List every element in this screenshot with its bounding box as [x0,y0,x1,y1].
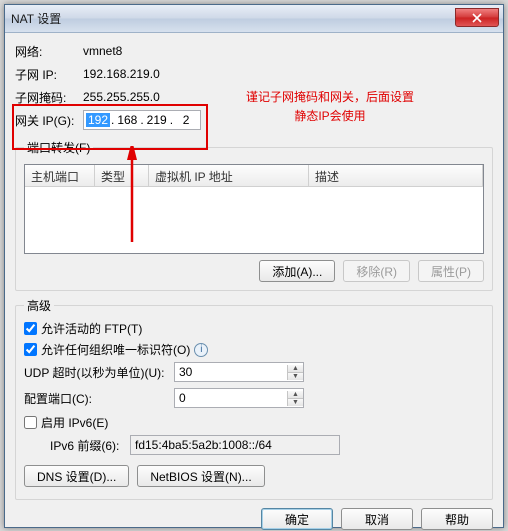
gateway-label: 网关 IP(G): [15,112,83,129]
add-button[interactable]: 添加(A)... [259,260,335,282]
advanced-group: 高级 允许活动的 FTP(T) 允许任何组织唯一标识符(O) i UDP 超时(… [15,297,493,500]
window-title: NAT 设置 [11,10,61,27]
udp-timeout-input[interactable]: 30 ▲ ▼ [174,362,304,382]
col-desc[interactable]: 描述 [309,165,483,186]
ipv6-prefix-label: IPv6 前缀(6): [50,437,130,454]
nat-settings-dialog: NAT 设置 网络: vmnet8 子网 IP: 192.168.219.0 子… [4,4,504,528]
config-port-value[interactable]: 0 [175,391,287,405]
gateway-octet-3[interactable]: 219 [145,113,169,127]
close-button[interactable] [455,8,499,27]
config-port-input[interactable]: 0 ▲ ▼ [174,388,304,408]
col-host-port[interactable]: 主机端口 [25,165,95,186]
subnet-mask-label: 子网掩码: [15,89,83,106]
port-forwarding-legend: 端口转发(F) [24,139,93,156]
ipv6-prefix-value: fd15:4ba5:5a2b:1008::/64 [135,438,272,452]
gateway-ip-input[interactable]: 192. 168. 219. 2 [83,110,201,130]
gateway-octet-1[interactable]: 192 [86,113,110,127]
port-forwarding-group: 端口转发(F) 主机端口 类型 虚拟机 IP 地址 描述 添加(A)... 移除… [15,139,493,291]
spin-up-icon[interactable]: ▲ [288,365,303,373]
allow-ftp-checkbox[interactable] [24,322,37,335]
remove-button: 移除(R) [343,260,410,282]
ok-button[interactable]: 确定 [261,508,333,530]
gateway-octet-4[interactable]: 2 [174,113,198,127]
table-body[interactable] [25,187,483,254]
col-vm-ip[interactable]: 虚拟机 IP 地址 [149,165,309,186]
ipv6-prefix-input: fd15:4ba5:5a2b:1008::/64 [130,435,340,455]
spin-up-icon[interactable]: ▲ [288,391,303,399]
advanced-legend: 高级 [24,297,54,314]
dialog-footer: 确定 取消 帮助 [15,500,493,530]
gateway-octet-2[interactable]: 168 [115,113,139,127]
udp-spinner[interactable]: ▲ ▼ [287,365,303,380]
allow-oui-checkbox[interactable] [24,343,37,356]
enable-ipv6-label: 启用 IPv6(E) [41,414,108,431]
help-icon[interactable]: i [194,343,208,357]
network-label: 网络: [15,43,83,60]
netbios-settings-button[interactable]: NetBIOS 设置(N)... [137,465,264,487]
allow-oui-label: 允许任何组织唯一标识符(O) [41,341,190,358]
enable-ipv6-checkbox[interactable] [24,416,37,429]
config-port-label: 配置端口(C): [24,390,174,407]
allow-ftp-label: 允许活动的 FTP(T) [41,320,142,337]
properties-button: 属性(P) [418,260,484,282]
udp-timeout-label: UDP 超时(以秒为单位)(U): [24,364,174,381]
subnet-mask-value: 255.255.255.0 [83,90,160,104]
dns-settings-button[interactable]: DNS 设置(D)... [24,465,129,487]
close-icon [472,13,482,23]
network-value: vmnet8 [83,44,122,58]
spin-down-icon[interactable]: ▼ [288,373,303,380]
table-header: 主机端口 类型 虚拟机 IP 地址 描述 [25,165,483,187]
col-type[interactable]: 类型 [95,165,149,186]
subnet-ip-value: 192.168.219.0 [83,67,160,81]
spin-down-icon[interactable]: ▼ [288,399,303,406]
udp-timeout-value[interactable]: 30 [175,365,287,379]
title-bar[interactable]: NAT 设置 [5,5,503,33]
cfg-spinner[interactable]: ▲ ▼ [287,391,303,406]
port-forwarding-table[interactable]: 主机端口 类型 虚拟机 IP 地址 描述 [24,164,484,254]
subnet-ip-label: 子网 IP: [15,66,83,83]
cancel-button[interactable]: 取消 [341,508,413,530]
help-button[interactable]: 帮助 [421,508,493,530]
